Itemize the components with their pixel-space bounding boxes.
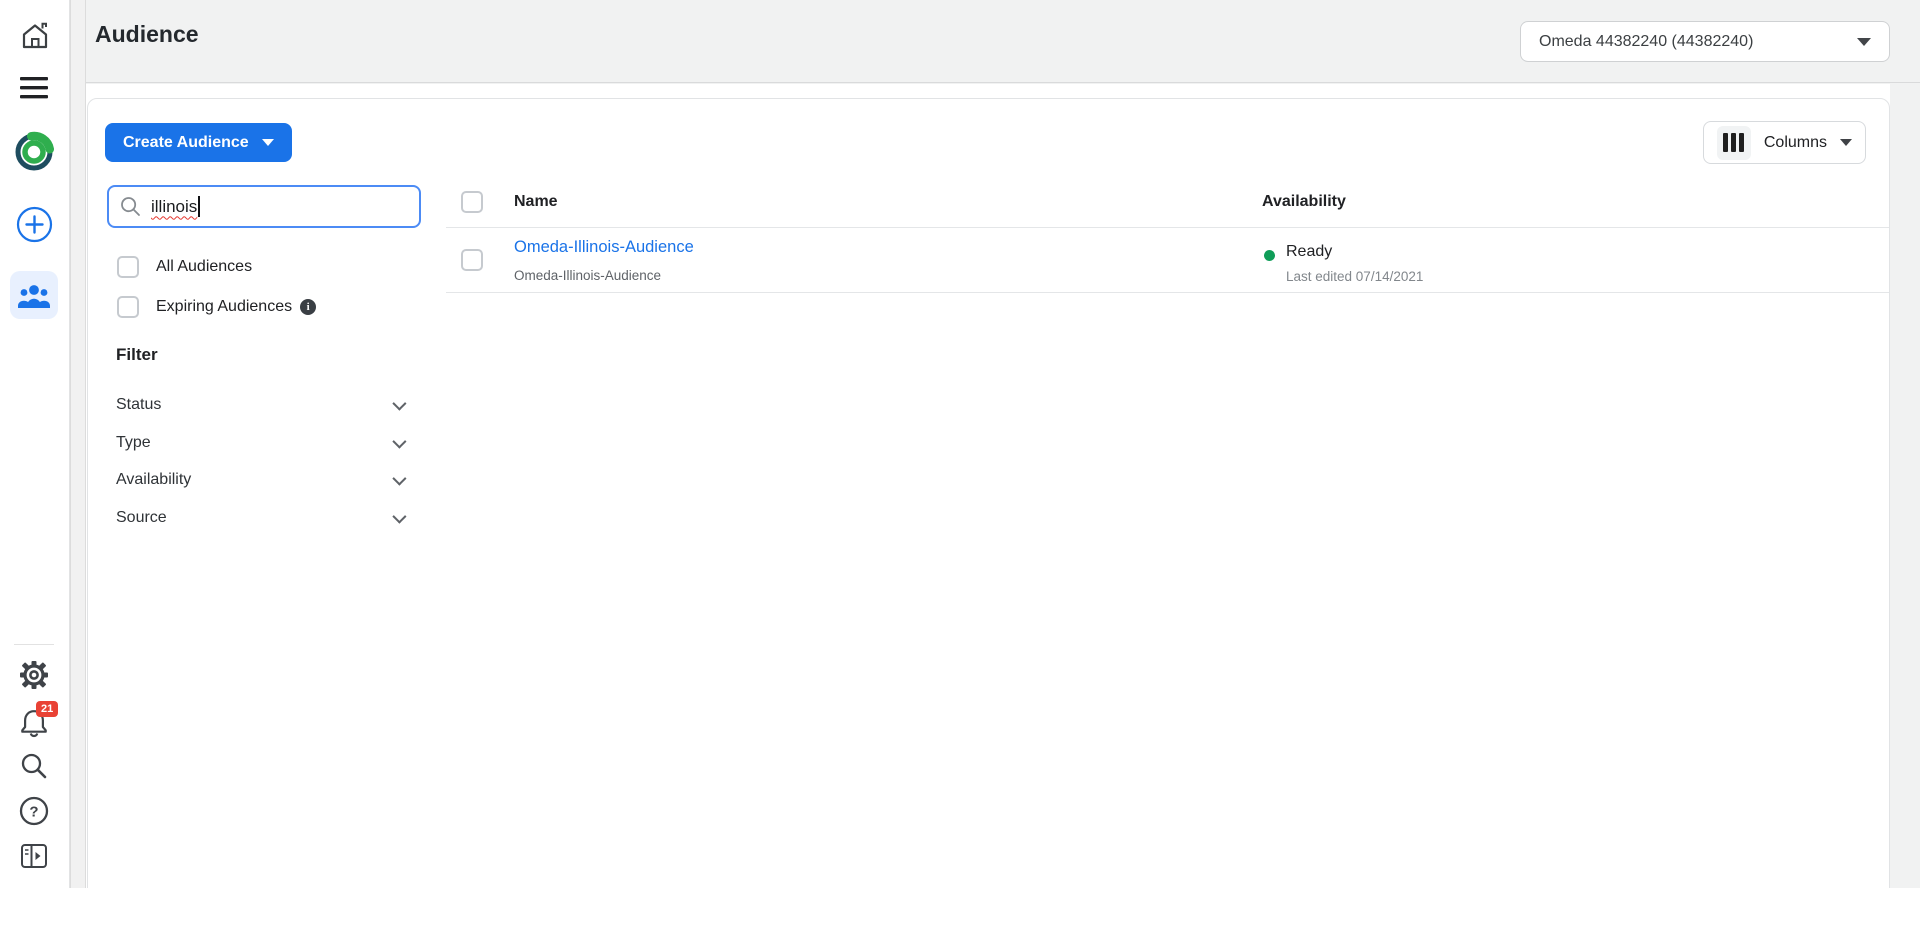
expand-panel-button[interactable] bbox=[18, 840, 50, 872]
chevron-down-icon bbox=[392, 435, 406, 449]
audience-card: Create Audience illinois All Audiences bbox=[87, 98, 1890, 888]
filter-group-source[interactable]: Source bbox=[116, 505, 403, 531]
search-icon bbox=[120, 196, 141, 217]
all-audiences-checkbox[interactable] bbox=[117, 256, 139, 278]
columns-label: Columns bbox=[1764, 134, 1827, 152]
notifications-button[interactable]: 21 bbox=[17, 704, 51, 738]
search-input[interactable]: illinois bbox=[107, 185, 421, 228]
expiring-audiences-checkbox[interactable] bbox=[117, 296, 139, 318]
main-region: Audience Omeda 44382240 (44382240) Creat… bbox=[86, 0, 1920, 888]
all-audiences-option[interactable]: All Audiences bbox=[117, 256, 252, 278]
menu-icon bbox=[20, 76, 49, 99]
create-audience-button[interactable]: Create Audience bbox=[105, 123, 292, 162]
account-selector[interactable]: Omeda 44382240 (44382240) bbox=[1520, 21, 1890, 62]
expiring-audiences-option[interactable]: Expiring Audiences i bbox=[117, 296, 316, 318]
filter-group-label: Status bbox=[116, 396, 161, 414]
create-audience-label: Create Audience bbox=[123, 134, 249, 152]
text-cursor bbox=[198, 196, 200, 217]
app-logo[interactable] bbox=[11, 127, 57, 175]
page-title: Audience bbox=[95, 21, 199, 48]
row-checkbox[interactable] bbox=[461, 249, 483, 271]
home-icon bbox=[19, 20, 51, 52]
last-edited-text: Last edited 07/14/2021 bbox=[1286, 269, 1423, 284]
help-icon: ? bbox=[18, 795, 50, 827]
info-icon[interactable]: i bbox=[300, 299, 316, 315]
settings-button[interactable] bbox=[18, 659, 50, 691]
chevron-down-icon bbox=[1857, 38, 1871, 46]
column-header-name: Name bbox=[514, 193, 558, 211]
status-dot-icon bbox=[1264, 250, 1275, 261]
filter-group-label: Source bbox=[116, 509, 167, 527]
chevron-down-icon bbox=[392, 472, 406, 486]
table-row: Omeda-Illinois-Audience Omeda-Illinois-A… bbox=[446, 229, 1889, 293]
global-search-button[interactable] bbox=[18, 750, 50, 782]
search-icon bbox=[18, 750, 50, 782]
page-header: Audience Omeda 44382240 (44382240) bbox=[86, 0, 1920, 83]
sidebar-item-audiences[interactable] bbox=[10, 271, 58, 319]
plus-circle-icon bbox=[16, 206, 53, 243]
account-selector-value: Omeda 44382240 (44382240) bbox=[1539, 33, 1857, 51]
chevron-down-icon bbox=[262, 139, 274, 146]
settings-gear-icon bbox=[18, 659, 50, 691]
notifications-count-badge: 21 bbox=[36, 701, 58, 717]
column-header-availability: Availability bbox=[1262, 193, 1346, 211]
audience-name-link[interactable]: Omeda-Illinois-Audience bbox=[514, 238, 694, 257]
select-all-checkbox[interactable] bbox=[461, 191, 483, 213]
filter-group-label: Type bbox=[116, 434, 151, 452]
filter-group-status[interactable]: Status bbox=[116, 392, 403, 418]
columns-icon bbox=[1717, 126, 1751, 160]
chevron-down-icon bbox=[392, 397, 406, 411]
expiring-audiences-label: Expiring Audiences bbox=[156, 298, 292, 316]
app-root: 21 ? Audience bbox=[0, 0, 1920, 888]
availability-status: Ready bbox=[1286, 243, 1332, 261]
main-menu-button[interactable] bbox=[20, 76, 49, 99]
expand-panel-icon bbox=[18, 840, 50, 872]
help-button[interactable]: ? bbox=[18, 795, 50, 827]
svg-text:?: ? bbox=[29, 804, 38, 821]
audience-subtitle: Omeda-Illinois-Audience bbox=[514, 268, 661, 283]
chevron-down-icon bbox=[1840, 139, 1852, 146]
home-nav-button[interactable] bbox=[19, 20, 51, 52]
filter-group-availability[interactable]: Availability bbox=[116, 467, 403, 493]
filter-group-label: Availability bbox=[116, 471, 191, 489]
filter-group-type[interactable]: Type bbox=[116, 430, 403, 456]
create-new-button[interactable] bbox=[16, 206, 53, 243]
sidebar: 21 ? bbox=[0, 0, 70, 888]
all-audiences-label: All Audiences bbox=[156, 258, 252, 276]
search-input-value: illinois bbox=[151, 197, 197, 217]
content-area: Create Audience illinois All Audiences bbox=[86, 84, 1890, 888]
table-header-row: Name Availability bbox=[446, 179, 1889, 228]
columns-button[interactable]: Columns bbox=[1703, 121, 1866, 164]
filter-heading: Filter bbox=[116, 345, 158, 365]
chevron-down-icon bbox=[392, 510, 406, 524]
audiences-people-icon bbox=[17, 282, 51, 309]
lotame-logo bbox=[11, 127, 57, 175]
audience-table: Columns Name Availability Omeda-Illinois… bbox=[446, 99, 1889, 888]
vertical-scrollbar[interactable] bbox=[70, 0, 86, 888]
sidebar-divider bbox=[14, 644, 54, 645]
